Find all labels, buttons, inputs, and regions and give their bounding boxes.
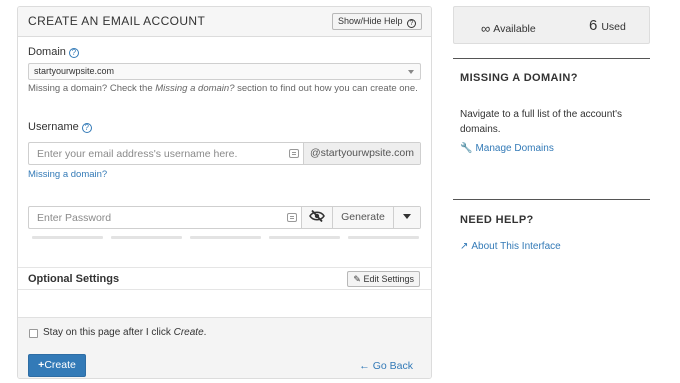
password-input[interactable]: Enter Password <box>37 212 111 224</box>
password-input-group: Enter Password Generate <box>28 206 421 229</box>
username-domain-suffix: @startyourwpsite.com <box>303 143 420 164</box>
toggle-password-visibility-button[interactable] <box>301 207 332 228</box>
domain-hint-prefix: Missing a domain? Check the <box>28 83 156 94</box>
caret-down-icon <box>403 214 411 219</box>
generate-password-button[interactable]: Generate <box>332 207 393 228</box>
used-label: Used <box>601 21 626 33</box>
password-strength-segment <box>348 236 419 239</box>
domain-help-icon[interactable]: ? <box>68 48 79 58</box>
create-button-label: Create <box>44 359 76 371</box>
username-help-icon[interactable]: ? <box>81 123 92 133</box>
username-input-group: Enter your email address's username here… <box>28 142 421 165</box>
manage-domains-label: Manage Domains <box>475 143 554 154</box>
edit-settings-button[interactable]: ✎ Edit Settings <box>347 271 420 287</box>
create-button[interactable]: +Create <box>28 354 86 377</box>
missing-domain-title: MISSING A DOMAIN? <box>460 72 578 84</box>
domain-hint: Missing a domain? Check the Missing a do… <box>28 83 418 94</box>
available-stat: ∞ Available <box>481 21 536 36</box>
about-interface-link[interactable]: ↗ About This Interface <box>460 241 561 252</box>
optional-settings-title: Optional Settings <box>28 273 120 285</box>
go-back-label: Go Back <box>372 360 413 372</box>
create-email-card: CREATE AN EMAIL ACCOUNT Show/Hide Help ?… <box>17 6 432 379</box>
used-count: 6 <box>589 17 598 34</box>
show-hide-help-button[interactable]: Show/Hide Help ? <box>331 13 422 30</box>
caret-down-icon <box>408 70 414 74</box>
go-back-link[interactable]: ← Go Back <box>359 360 413 372</box>
help-button-label: Show/Hide Help <box>337 16 403 26</box>
external-link-icon: ↗ <box>460 241 469 252</box>
stay-on-page-label[interactable]: Stay on this page after I click Create. <box>43 327 206 338</box>
username-label: Username? <box>28 121 92 133</box>
password-strength-segment <box>32 236 103 239</box>
domain-select[interactable]: startyourwpsite.com <box>28 63 421 80</box>
domain-select-value: startyourwpsite.com <box>34 66 115 76</box>
wrench-icon: 🔧 <box>460 143 473 154</box>
keyboard-icon[interactable] <box>289 149 299 158</box>
generate-options-dropdown[interactable] <box>393 207 420 228</box>
password-strength-segment <box>190 236 261 239</box>
about-interface-label: About This Interface <box>471 241 561 252</box>
page-title: CREATE AN EMAIL ACCOUNT <box>28 14 206 28</box>
available-label: Available <box>493 23 536 35</box>
keyboard-icon[interactable] <box>287 213 297 222</box>
used-stat: 6 Used <box>589 17 626 35</box>
stay-label-suffix: . <box>203 327 207 338</box>
pencil-icon: ✎ <box>353 274 361 284</box>
need-help-title: NEED HELP? <box>460 214 534 226</box>
domain-hint-italic: Missing a domain? <box>155 83 235 94</box>
stay-label-prefix: Stay on this page after I click <box>43 327 174 338</box>
optional-settings-row: Optional Settings ✎ Edit Settings <box>18 267 431 290</box>
username-input[interactable]: Enter your email address's username here… <box>37 148 237 160</box>
email-stats-box: ∞ Available 6 Used <box>453 6 650 44</box>
username-label-text: Username <box>28 121 79 133</box>
domain-label-text: Domain <box>28 46 66 58</box>
password-strength-segment <box>111 236 182 239</box>
password-strength-segment <box>269 236 340 239</box>
infinity-icon: ∞ <box>481 21 491 36</box>
eye-slash-icon <box>309 209 325 223</box>
sidebar-divider <box>453 199 650 200</box>
domain-hint-suffix: section to find out how you can create o… <box>234 83 418 94</box>
stay-label-italic: Create <box>173 327 204 338</box>
arrow-left-icon: ← <box>359 360 370 372</box>
manage-domains-link[interactable]: 🔧 Manage Domains <box>460 143 554 154</box>
question-circle-icon: ? <box>407 19 416 28</box>
form-footer: Stay on this page after I click Create. … <box>18 317 431 378</box>
edit-settings-label: Edit Settings <box>363 274 414 284</box>
sidebar-divider <box>453 58 650 59</box>
missing-domain-text: Navigate to a full list of the account's… <box>460 109 622 135</box>
missing-domain-link[interactable]: Missing a domain? <box>28 169 107 180</box>
stay-on-page-checkbox[interactable] <box>29 329 38 338</box>
card-header: CREATE AN EMAIL ACCOUNT Show/Hide Help ? <box>18 7 431 37</box>
domain-label: Domain? <box>28 46 79 58</box>
